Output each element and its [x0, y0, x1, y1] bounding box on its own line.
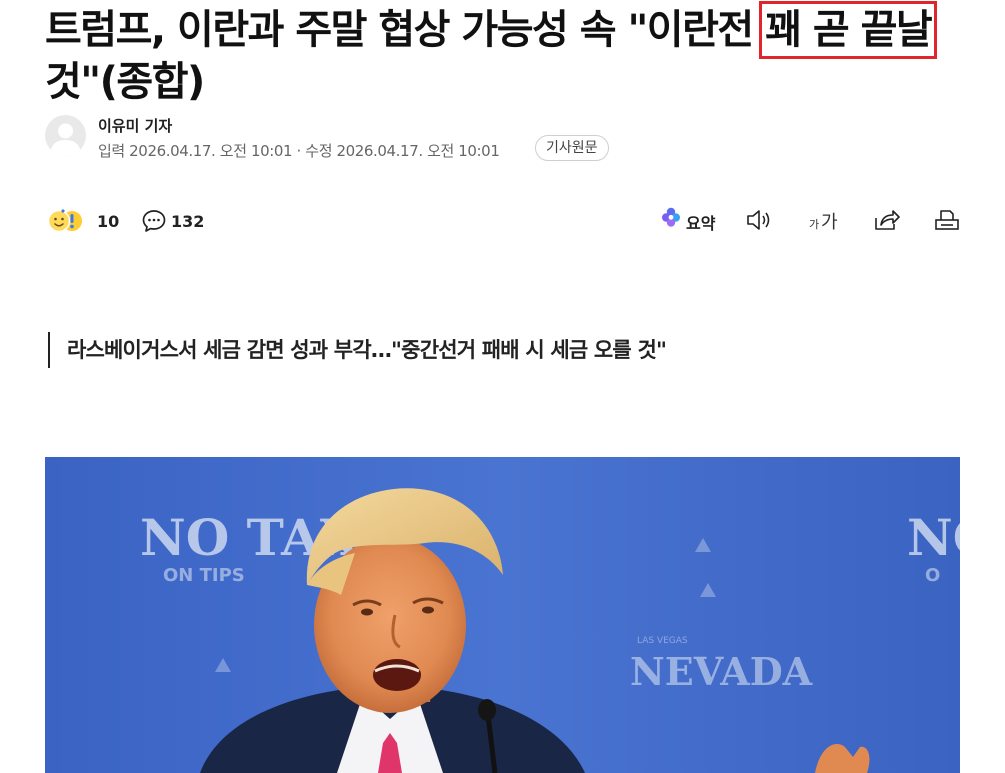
trump-speech-photo: NO TAX ON TIPS NO O LAS VEGAS NEVADA	[45, 457, 960, 773]
share-button[interactable]	[873, 204, 901, 236]
listen-button[interactable]	[745, 204, 773, 236]
headline-text-end: 것"(종합)	[45, 59, 205, 105]
font-size-big-glyph: 가	[821, 212, 838, 233]
reporter-name[interactable]: 이유미 기자	[98, 115, 172, 136]
sign-right-line1: NO	[907, 508, 960, 567]
sign-center-small: LAS VEGAS	[637, 636, 688, 646]
share-icon	[875, 210, 900, 230]
headline-highlight: 꽤 곧 끝날	[759, 1, 938, 59]
speaker-icon	[747, 210, 770, 230]
reporter-avatar[interactable]	[45, 115, 86, 156]
headline-text: 트럼프, 이란과 주말 협상 가능성 속 "이란전	[45, 7, 766, 53]
original-article-button[interactable]: 기사원문	[535, 135, 609, 161]
ai-summary-icon	[662, 207, 680, 227]
comment-button[interactable]: 132	[141, 208, 204, 238]
summary-label: 요약	[686, 214, 716, 233]
article-photo[interactable]: NO TAX ON TIPS NO O LAS VEGAS NEVADA	[45, 457, 960, 773]
comment-count: 132	[171, 212, 205, 231]
article-toolbar: 10 132 요약 가 가	[45, 204, 965, 238]
sign-left-line2: ON TIPS	[163, 565, 245, 586]
reaction-button[interactable]: 10	[45, 206, 119, 236]
article-dates: 입력 2026.04.17. 오전 10:01 · 수정 2026.04.17.…	[98, 142, 500, 160]
comment-bubble-icon	[142, 210, 166, 232]
summary-button[interactable]: 요약	[659, 204, 715, 236]
sign-right-line2: O	[925, 565, 940, 586]
reaction-emoji-icon	[47, 209, 82, 233]
person-icon	[50, 123, 81, 156]
reaction-count: 10	[97, 212, 120, 231]
sign-center-big: NEVADA	[630, 649, 813, 694]
article-subheadline: 라스베이거스서 세금 감면 성과 부각…"중간선거 패배 시 세금 오를 것"	[48, 332, 667, 368]
article-headline: 트럼프, 이란과 주말 협상 가능성 속 "이란전 꽤 곧 끝날 것"(종합)	[45, 1, 965, 108]
printer-icon	[935, 210, 959, 230]
print-button[interactable]	[933, 204, 961, 236]
font-size-small-glyph: 가	[809, 218, 820, 231]
